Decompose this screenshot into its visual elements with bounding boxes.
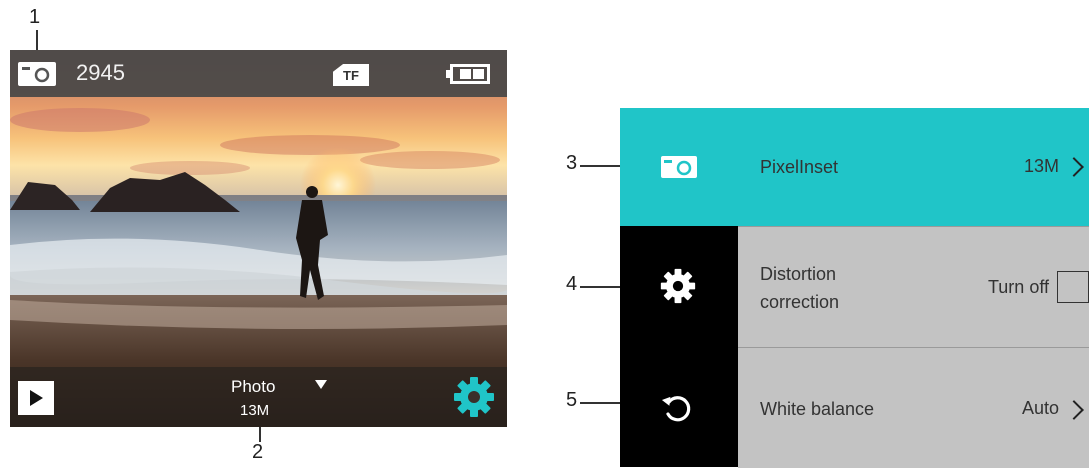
callout-2: 2 bbox=[252, 441, 264, 463]
callout-3-line bbox=[580, 165, 623, 167]
row-icon-cell bbox=[620, 226, 738, 347]
menu-row-white-balance[interactable]: White balance Auto bbox=[620, 347, 1089, 468]
playback-button[interactable] bbox=[18, 381, 54, 415]
distortion-checkbox[interactable] bbox=[1057, 271, 1089, 303]
status-bar: 2945 TF bbox=[10, 50, 507, 97]
chevron-right-icon[interactable] bbox=[1064, 157, 1084, 177]
row-value: Auto bbox=[1021, 398, 1059, 418]
mode-bar: Photo 13M bbox=[10, 367, 507, 427]
row-label-line2: correction bbox=[760, 292, 840, 312]
reset-icon bbox=[661, 396, 691, 422]
row-icon-cell bbox=[620, 108, 738, 226]
tf-card-icon: TF bbox=[333, 64, 369, 86]
chevron-right-icon[interactable] bbox=[1064, 400, 1084, 420]
camera-icon bbox=[661, 156, 697, 178]
callout-3: 3 bbox=[566, 152, 578, 174]
settings-menu: PixelInset 13M Distortion correction Tur… bbox=[620, 108, 1089, 468]
camera-icon bbox=[18, 62, 56, 86]
gear-icon bbox=[660, 268, 696, 304]
callout-5-line bbox=[580, 402, 623, 404]
row-value: 13M bbox=[1023, 156, 1059, 176]
mode-label[interactable]: Photo bbox=[231, 377, 275, 397]
callout-5: 5 bbox=[566, 389, 578, 411]
callout-1: 1 bbox=[29, 6, 41, 28]
row-label: PixelInset bbox=[760, 157, 839, 177]
resolution-label: 13M bbox=[240, 402, 270, 419]
battery-icon bbox=[450, 64, 490, 84]
row-label: White balance bbox=[760, 399, 875, 419]
remaining-shots-count: 2945 bbox=[76, 60, 125, 85]
play-icon bbox=[30, 390, 43, 406]
camera-preview-screen: 2945 TF Photo 13M bbox=[10, 50, 507, 427]
row-icon-cell bbox=[620, 347, 738, 467]
row-label-line1: Distortion bbox=[760, 264, 837, 284]
menu-row-distortion-correction[interactable]: Distortion correction Turn off bbox=[620, 226, 1089, 348]
callout-4: 4 bbox=[566, 273, 578, 295]
caret-down-icon[interactable] bbox=[315, 380, 327, 389]
callout-4-line bbox=[580, 286, 623, 288]
menu-row-pixelinset[interactable]: PixelInset 13M bbox=[620, 108, 1089, 226]
gear-icon[interactable] bbox=[453, 376, 495, 418]
row-value: Turn off bbox=[987, 277, 1049, 297]
